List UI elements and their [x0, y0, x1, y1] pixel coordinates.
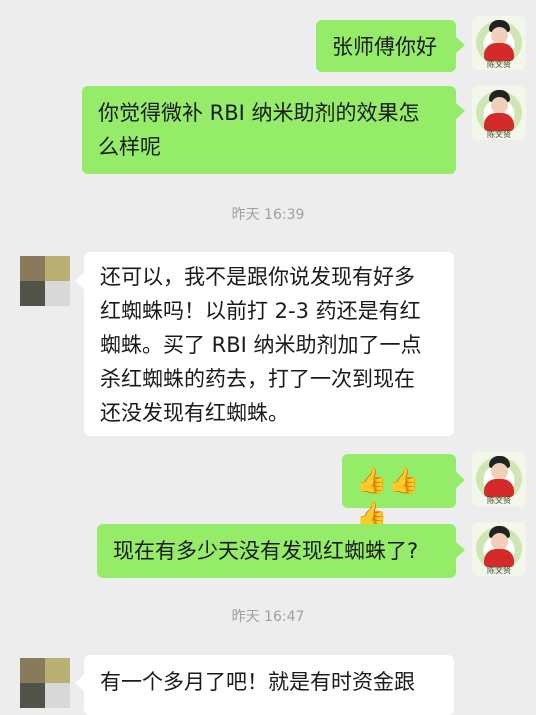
message-line: 么样呢	[98, 135, 161, 159]
message-line: 还没发现有红蜘蛛。	[100, 401, 289, 425]
avatar-caption: 陈文贤	[487, 60, 511, 69]
message-bubble[interactable]: 现在有多少天没有发现红蜘蛛了?	[97, 524, 456, 578]
message-bubble[interactable]: 你觉得微补 RBI 纳米助剂的效果怎 么样呢	[82, 86, 456, 174]
timestamp: 昨天 16:47	[231, 609, 305, 625]
message-text: 有一个多月了吧！就是有时资金跟	[100, 670, 415, 694]
avatar[interactable]	[20, 256, 70, 306]
avatar[interactable]: 陈文贤	[472, 522, 526, 576]
avatar-caption: 陈文贤	[487, 130, 511, 139]
thumbs-up-icon: 👍👍👍	[356, 466, 421, 529]
avatar[interactable]: 陈文贤	[472, 16, 526, 70]
message-line: 你觉得微补 RBI 纳米助剂的效果怎	[98, 101, 420, 125]
message-text: 现在有多少天没有发现红蜘蛛了?	[113, 539, 419, 563]
message-bubble[interactable]: 还可以，我不是跟你说发现有好多 红蜘蛛吗！以前打 2-3 药还是有红 蜘蛛。买了…	[84, 252, 454, 436]
message-line: 杀红蜘蛛的药去，打了一次到现在	[100, 367, 415, 391]
message-line: 还可以，我不是跟你说发现有好多	[100, 265, 415, 289]
avatar-caption: 陈文贤	[487, 496, 511, 505]
message-line: 蜘蛛。买了 RBI 纳米助剂加了一点	[100, 333, 422, 357]
message-bubble[interactable]: 有一个多月了吧！就是有时资金跟	[84, 655, 454, 715]
message-text: 张师傅你好	[332, 35, 437, 59]
avatar-caption: 陈文贤	[487, 566, 511, 575]
timestamp: 昨天 16:39	[231, 207, 305, 223]
avatar[interactable]: 陈文贤	[472, 86, 526, 140]
avatar[interactable]	[20, 658, 70, 708]
message-line: 红蜘蛛吗！以前打 2-3 药还是有红	[100, 299, 421, 323]
message-bubble[interactable]: 👍👍👍	[342, 454, 456, 529]
avatar[interactable]: 陈文贤	[472, 452, 526, 506]
message-bubble[interactable]: 张师傅你好	[316, 20, 456, 72]
